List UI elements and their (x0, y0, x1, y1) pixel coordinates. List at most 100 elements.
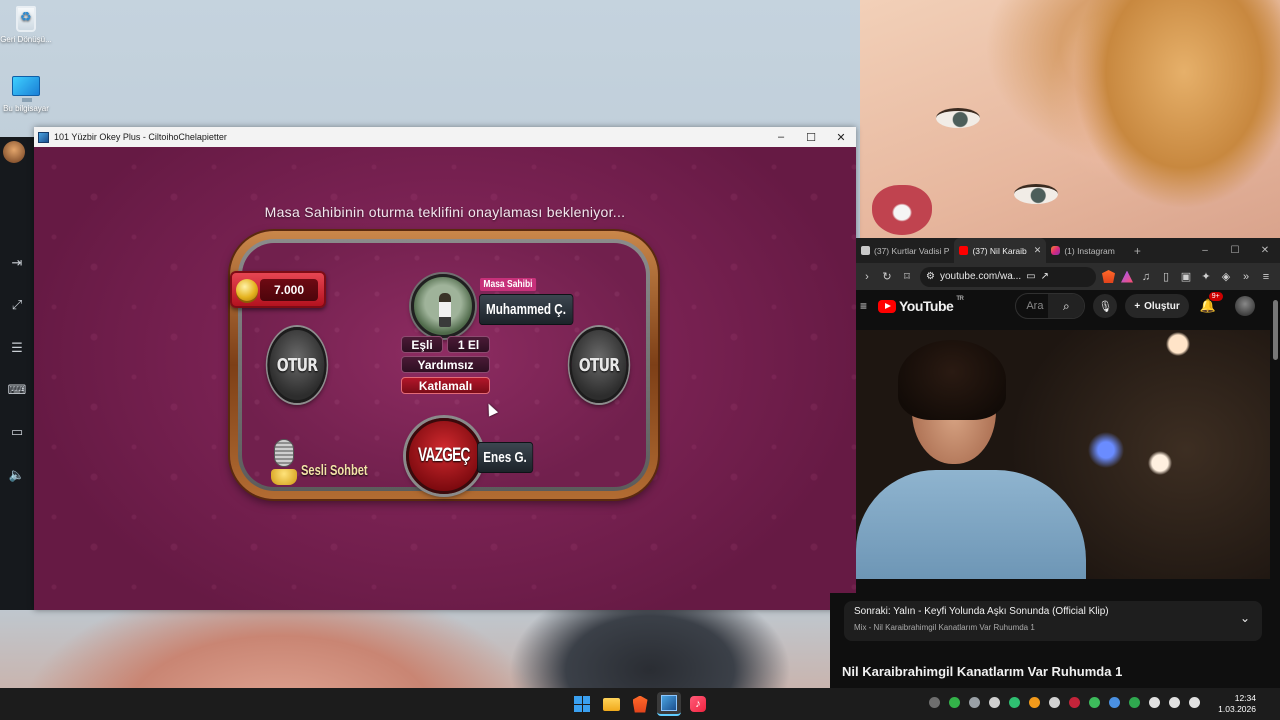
maximize-button[interactable]: ☐ (1220, 245, 1250, 256)
close-button[interactable]: ✕ (826, 127, 856, 147)
menu-icon[interactable]: ≡ (1259, 270, 1273, 284)
network-icon[interactable] (1149, 697, 1160, 708)
music-app-button[interactable]: ♪ (686, 692, 710, 716)
media-icon[interactable]: ♫ (1139, 270, 1153, 284)
wallpaper-eye (936, 108, 980, 128)
up-next-panel[interactable]: Sonraki: Yalın - Keyfi Yolunda Aşkı Sonu… (844, 601, 1262, 641)
start-button[interactable] (570, 692, 594, 716)
tab-instagram[interactable]: (1) Instagram (1046, 238, 1120, 263)
volume-icon[interactable] (1169, 697, 1180, 708)
brave-shields-icon[interactable] (1102, 270, 1115, 283)
create-label: Oluştur (1144, 300, 1180, 312)
voice-chat-button[interactable]: Sesli Sohbet (271, 439, 391, 485)
wallpaper-eye (1014, 184, 1058, 204)
address-bar[interactable]: ⚙ youtube.com/wa... ▭ ↗ (920, 266, 1096, 287)
game-app-icon (38, 131, 49, 143)
okey-game-button[interactable] (657, 692, 681, 716)
search-icon[interactable]: ⌕ (1048, 294, 1085, 318)
tab-close-icon[interactable]: ✕ (1034, 245, 1042, 256)
search-box[interactable]: Ara ⌕ (1015, 293, 1086, 319)
clock-date: 1.03.2026 (1218, 704, 1256, 714)
sit-button-right[interactable]: OTUR (569, 327, 629, 403)
tab-label: (37) Kurtlar Vadisi P (874, 245, 950, 256)
more-icon[interactable]: » (1239, 270, 1253, 284)
youtube-logo[interactable]: YouTube TR (878, 296, 964, 314)
expand-icon[interactable]: ⤢ (6, 294, 28, 316)
desktop-icon-recycle-bin[interactable]: Geri Dönüşü... (0, 6, 52, 44)
tray-app-icon[interactable] (1029, 697, 1040, 708)
host-name: Muhammed Ç. (479, 294, 574, 325)
settings-icon[interactable] (989, 697, 1000, 708)
browser-window: (37) Kurtlar Vadisi P (37) Nil Karaib ✕ … (830, 238, 1280, 688)
desktop-icon-this-pc[interactable]: Bu bilgisayar (0, 76, 52, 113)
tray-app-icon[interactable] (1109, 697, 1120, 708)
clock-time: 12:34 (1234, 693, 1256, 703)
brave-browser-button[interactable] (628, 692, 652, 716)
bookmark-icon[interactable]: ⌑ (900, 270, 914, 284)
rule-rounds: 1 El (447, 336, 490, 353)
cancel-button[interactable]: VAZGEÇ (406, 418, 482, 494)
window-title: 101 Yüzbir Okey Plus - CiltoihoChelapiet… (54, 132, 227, 142)
host-avatar[interactable] (411, 274, 475, 338)
video-player[interactable] (856, 330, 1270, 579)
hamburger-icon[interactable]: ≡ (860, 299, 870, 313)
cast-icon[interactable]: ▭ (1026, 271, 1035, 282)
keyboard-icon[interactable]: ⌨ (6, 379, 28, 401)
video-frame-hair (898, 340, 1006, 420)
wallet-icon[interactable]: ▣ (1179, 270, 1193, 284)
up-next-subtitle: Mix - Nil Karaibrahimgil Kanatlarım Var … (854, 623, 1035, 632)
guest-name: Enes G. (477, 442, 534, 473)
desktop-icon-label: Bu bilgisayar (3, 104, 49, 113)
reload-icon[interactable]: ↻ (880, 270, 894, 284)
clock[interactable]: 12:34 1.03.2026 (1218, 693, 1256, 715)
label-icon[interactable]: ▭ (6, 421, 28, 443)
coin-balance: 7.000 (230, 271, 326, 308)
tray-app-icon[interactable] (929, 697, 940, 708)
notifications-button[interactable]: 🔔 9+ (1197, 292, 1223, 314)
leo-icon[interactable]: ✦ (1199, 270, 1213, 284)
minimize-button[interactable]: – (1190, 245, 1220, 256)
vpn-icon[interactable]: ◈ (1219, 270, 1233, 284)
nvidia-icon[interactable] (949, 697, 960, 708)
tray-app-icon[interactable] (1129, 697, 1140, 708)
create-button[interactable]: + Oluştur (1125, 294, 1189, 318)
taskbar-apps: ♪ (570, 692, 710, 716)
site-info-icon[interactable]: ⚙ (926, 271, 935, 282)
forward-icon[interactable]: › (860, 270, 874, 284)
tab-kurtlar-vadisi[interactable]: (37) Kurtlar Vadisi P (856, 238, 954, 263)
login-icon[interactable]: ⇥ (6, 252, 28, 274)
volume-icon[interactable]: 🔈 (6, 464, 28, 486)
game-canvas: Masa Sahibinin oturma teklifini onaylama… (34, 147, 856, 610)
scrollbar[interactable] (1273, 300, 1278, 360)
search-input[interactable]: Ara (1016, 300, 1048, 312)
new-tab-button[interactable]: + (1134, 244, 1141, 258)
youtube-logo-icon (878, 299, 896, 313)
tray-app-icon[interactable] (969, 697, 980, 708)
account-avatar[interactable] (1234, 296, 1255, 316)
plus-icon: + (1134, 300, 1141, 312)
sit-button-left[interactable]: OTUR (267, 327, 327, 403)
tab-strip: (37) Kurtlar Vadisi P (37) Nil Karaib ✕ … (856, 238, 1280, 263)
close-button[interactable]: ✕ (1250, 245, 1280, 256)
battery-icon[interactable] (1189, 697, 1200, 708)
chevron-down-icon[interactable]: ⌄ (1240, 611, 1250, 625)
tray-app-icon[interactable] (1009, 697, 1020, 708)
tray-app-icon[interactable] (1069, 697, 1080, 708)
window-titlebar[interactable]: 101 Yüzbir Okey Plus - CiltoihoChelapiet… (34, 127, 856, 147)
maximize-button[interactable]: ☐ (796, 127, 826, 147)
voice-search-icon[interactable]: 🎙 (1093, 294, 1118, 318)
brave-rewards-icon[interactable] (1121, 270, 1133, 283)
sliders-icon[interactable]: ☰ (6, 337, 28, 359)
minimize-button[interactable]: – (766, 127, 796, 147)
file-explorer-button[interactable] (599, 692, 623, 716)
tab-youtube[interactable]: (37) Nil Karaib ✕ (954, 238, 1047, 263)
up-next-title: Sonraki: Yalın - Keyfi Yolunda Aşkı Sonu… (854, 606, 1109, 617)
sidebar-icon[interactable]: ▯ (1159, 270, 1173, 284)
tray-app-icon[interactable] (1049, 697, 1060, 708)
profile-avatar[interactable] (3, 141, 25, 163)
status-message: Masa Sahibinin oturma teklifini onaylama… (264, 204, 626, 220)
share-icon[interactable]: ↗ (1041, 271, 1049, 282)
host-badge: Masa Sahibi (480, 278, 536, 291)
tray-app-icon[interactable] (1089, 697, 1100, 708)
music-icon: ♪ (690, 696, 706, 712)
